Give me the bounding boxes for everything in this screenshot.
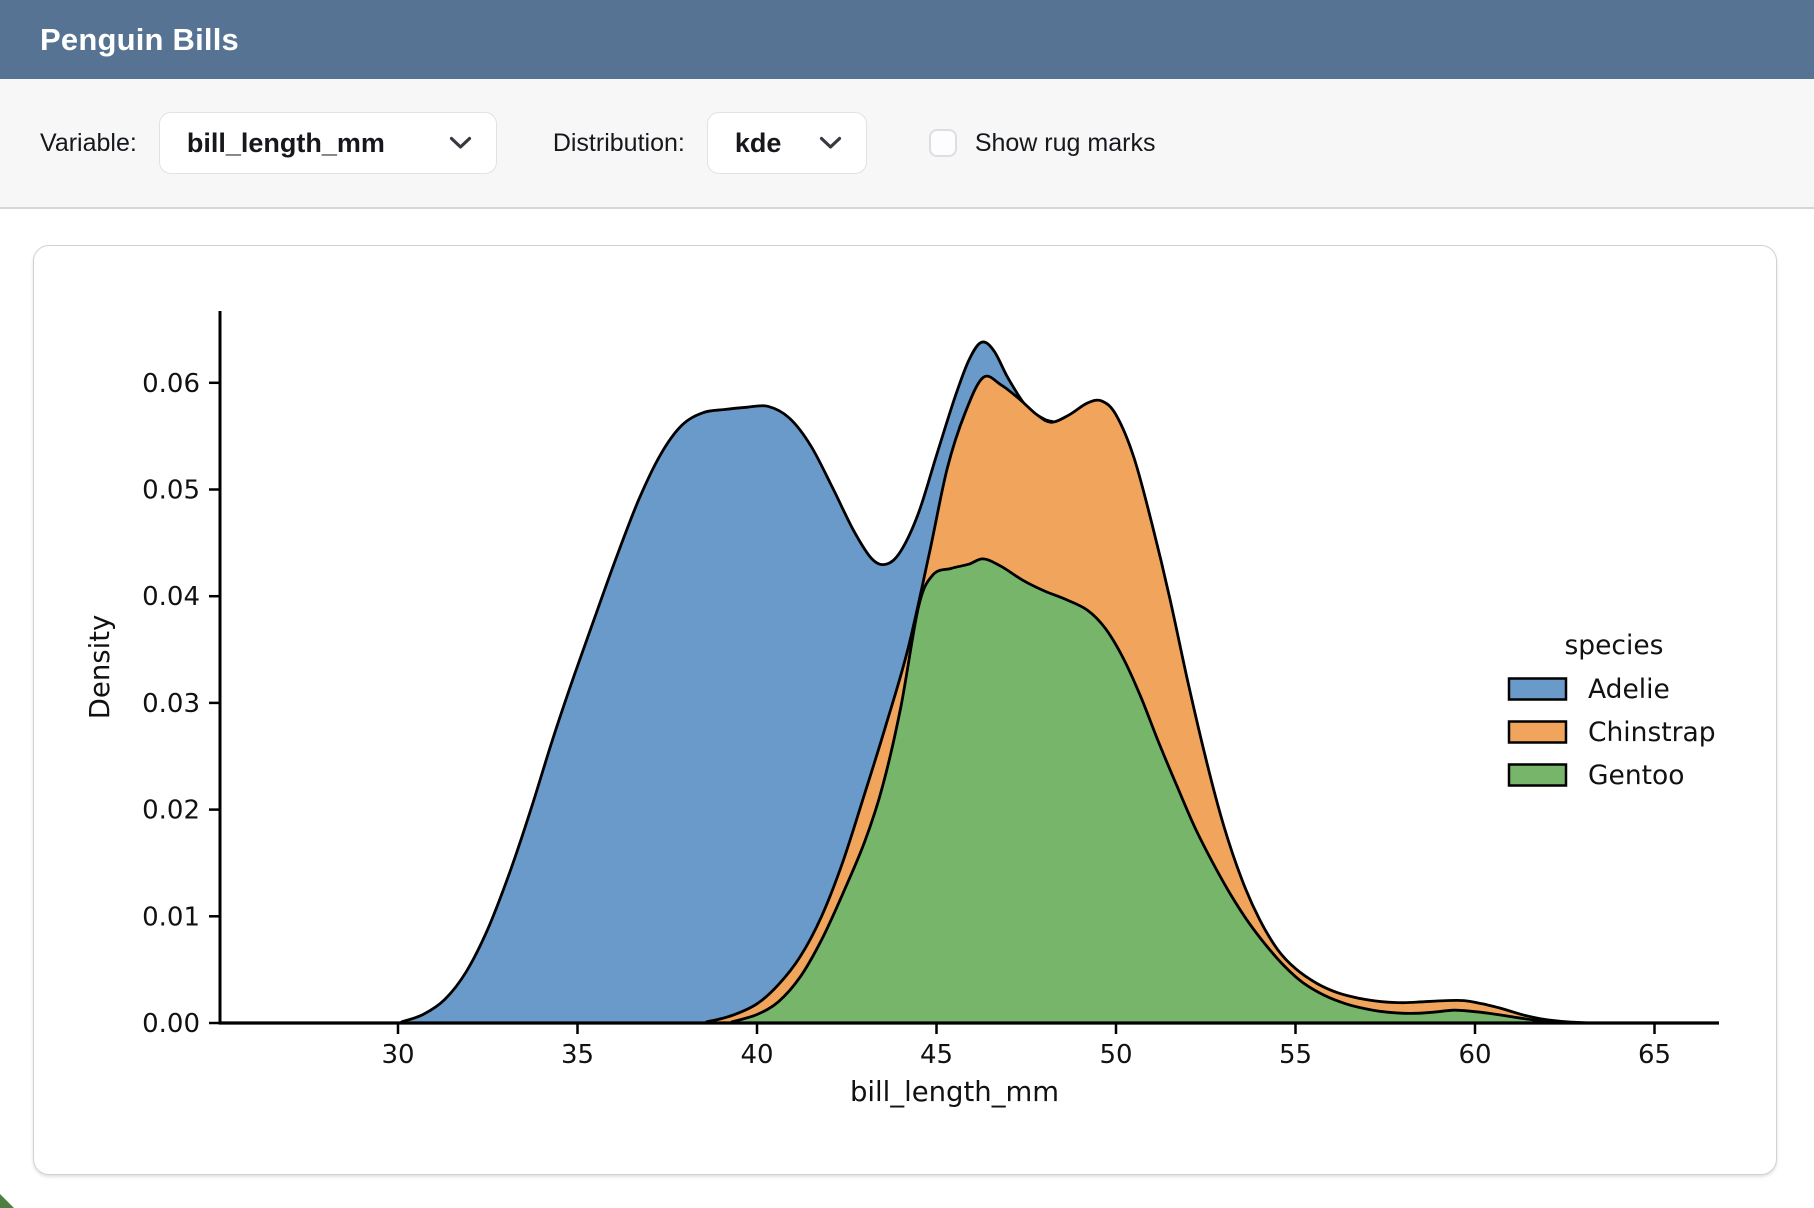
- distribution-select-value: kde: [735, 128, 782, 159]
- rug-checkbox-label: Show rug marks: [975, 129, 1156, 158]
- y-tick-label: 0.02: [142, 796, 200, 826]
- legend-title: species: [1565, 630, 1664, 661]
- legend-swatch-chinstrap: [1509, 722, 1566, 743]
- x-axis-title: bill_length_mm: [850, 1076, 1059, 1108]
- legend-swatch-adelie: [1509, 679, 1566, 700]
- x-tick-label: 35: [561, 1040, 594, 1070]
- distribution-select[interactable]: kde: [707, 112, 867, 174]
- y-tick-label: 0.04: [142, 582, 200, 612]
- variable-select[interactable]: bill_length_mm: [159, 112, 497, 174]
- variable-label: Variable:: [40, 129, 137, 158]
- chevron-down-icon: [819, 136, 842, 150]
- y-tick-label: 0.03: [142, 689, 200, 719]
- chevron-down-icon: [449, 136, 472, 150]
- variable-select-value: bill_length_mm: [187, 128, 385, 159]
- controls-bar: Variable: bill_length_mm Distribution: k…: [0, 79, 1814, 209]
- plot-card: 30 35 40 45 50 55 60 65 0.00 0.01 0.02 0.03 0.04 0.05…: [33, 245, 1777, 1175]
- legend-label-adelie: Adelie: [1588, 674, 1670, 705]
- legend-swatch-gentoo: [1509, 765, 1566, 786]
- corner-decoration: [0, 1194, 14, 1208]
- app-header: Penguin Bills: [0, 0, 1814, 79]
- x-tick-label: 65: [1638, 1040, 1671, 1070]
- x-tick-label: 45: [920, 1040, 953, 1070]
- x-tick-label: 55: [1279, 1040, 1312, 1070]
- distribution-label: Distribution:: [553, 129, 685, 158]
- page-title: Penguin Bills: [40, 22, 239, 58]
- y-tick-label: 0.00: [142, 1009, 200, 1039]
- legend-label-chinstrap: Chinstrap: [1588, 717, 1716, 748]
- x-tick-label: 30: [381, 1040, 414, 1070]
- y-tick-label: 0.06: [142, 369, 200, 399]
- x-tick-label: 60: [1458, 1040, 1491, 1070]
- x-tick-label: 50: [1099, 1040, 1132, 1070]
- kde-density-chart: 30 35 40 45 50 55 60 65 0.00 0.01 0.02 0.03 0.04 0.05…: [34, 246, 1775, 1173]
- x-tick-label: 40: [740, 1040, 773, 1070]
- y-tick-label: 0.05: [142, 476, 200, 506]
- y-tick-label: 0.01: [142, 902, 200, 932]
- rug-checkbox[interactable]: [929, 129, 957, 157]
- legend-label-gentoo: Gentoo: [1588, 760, 1684, 791]
- y-axis-title: Density: [84, 615, 116, 720]
